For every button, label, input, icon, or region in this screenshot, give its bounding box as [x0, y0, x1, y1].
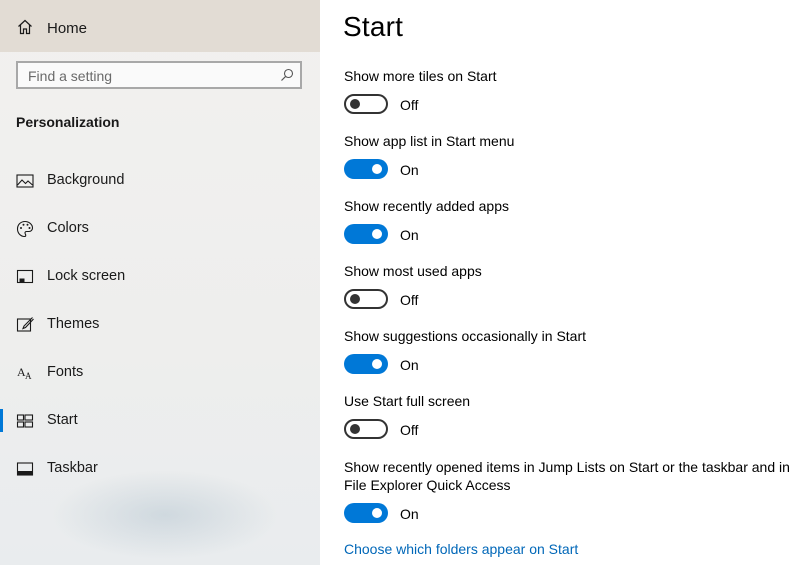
- search-icon[interactable]: [280, 68, 294, 82]
- section-title: Personalization: [16, 114, 120, 130]
- sidebar-item-lock-screen[interactable]: Lock screen: [0, 255, 320, 299]
- most-used-toggle[interactable]: [344, 289, 388, 309]
- sidebar-item-start[interactable]: Start: [0, 399, 320, 443]
- home-nav-item[interactable]: Home: [0, 0, 320, 52]
- app-list-toggle[interactable]: [344, 159, 388, 179]
- search-input[interactable]: [28, 67, 268, 85]
- toggle-knob: [350, 424, 360, 434]
- toggle-state: On: [400, 357, 419, 373]
- toggle-state: On: [400, 506, 419, 522]
- toggle-state: Off: [400, 422, 419, 438]
- setting-label: Show recently added apps: [344, 198, 509, 214]
- sidebar-item-label: Fonts: [47, 364, 84, 380]
- toggle-state: Off: [400, 97, 419, 113]
- palette-icon: [16, 220, 34, 238]
- toggle-state: Off: [400, 292, 419, 308]
- setting-label: Show app list in Start menu: [344, 133, 515, 149]
- recently-added-toggle[interactable]: [344, 224, 388, 244]
- toggle-knob: [372, 508, 382, 518]
- main-panel: Start Show more tiles on Start Off Show …: [320, 0, 808, 565]
- image-icon: [16, 174, 34, 188]
- toggle-knob: [372, 229, 382, 239]
- choose-folders-link[interactable]: Choose which folders appear on Start: [344, 541, 578, 557]
- home-icon: [18, 19, 32, 35]
- taskbar-icon: [16, 462, 34, 476]
- suggestions-toggle[interactable]: [344, 354, 388, 374]
- start-icon: [16, 414, 34, 428]
- toggle-knob: [350, 99, 360, 109]
- sidebar: Home Personalization Background Colors L…: [0, 0, 320, 565]
- selection-indicator: [0, 409, 3, 432]
- setting-label-continued: File Explorer Quick Access: [344, 477, 511, 493]
- setting-label: Show recently opened items in Jump Lists…: [344, 459, 790, 475]
- more-tiles-toggle[interactable]: [344, 94, 388, 114]
- full-screen-toggle[interactable]: [344, 419, 388, 439]
- jump-lists-toggle[interactable]: [344, 503, 388, 523]
- sidebar-item-themes[interactable]: Themes: [0, 303, 320, 347]
- fonts-icon: A A: [17, 365, 32, 381]
- setting-label: Show most used apps: [344, 263, 482, 279]
- search-box[interactable]: [16, 61, 302, 89]
- sidebar-item-label: Taskbar: [47, 460, 98, 476]
- sidebar-item-background[interactable]: Background: [0, 159, 320, 203]
- home-label: Home: [47, 20, 88, 37]
- lock-screen-icon: [16, 269, 34, 284]
- svg-text:A: A: [25, 371, 32, 381]
- sidebar-item-label: Background: [47, 172, 125, 188]
- sidebar-item-colors[interactable]: Colors: [0, 207, 320, 251]
- setting-label: Show suggestions occasionally in Start: [344, 328, 587, 344]
- toggle-state: On: [400, 227, 419, 243]
- sidebar-item-taskbar[interactable]: Taskbar: [0, 447, 320, 491]
- toggle-knob: [350, 294, 360, 304]
- sidebar-item-label: Themes: [47, 316, 100, 332]
- sidebar-item-label: Colors: [47, 220, 89, 236]
- toggle-state: On: [400, 162, 419, 178]
- sidebar-item-label: Lock screen: [47, 268, 126, 284]
- sidebar-item-label: Start: [47, 412, 78, 428]
- toggle-knob: [372, 164, 382, 174]
- setting-label: Show more tiles on Start: [344, 68, 497, 84]
- page-title: Start: [343, 11, 404, 42]
- sidebar-item-fonts[interactable]: A A Fonts: [0, 351, 320, 395]
- toggle-knob: [372, 359, 382, 369]
- themes-icon: [16, 317, 34, 332]
- setting-label: Use Start full screen: [344, 393, 471, 409]
